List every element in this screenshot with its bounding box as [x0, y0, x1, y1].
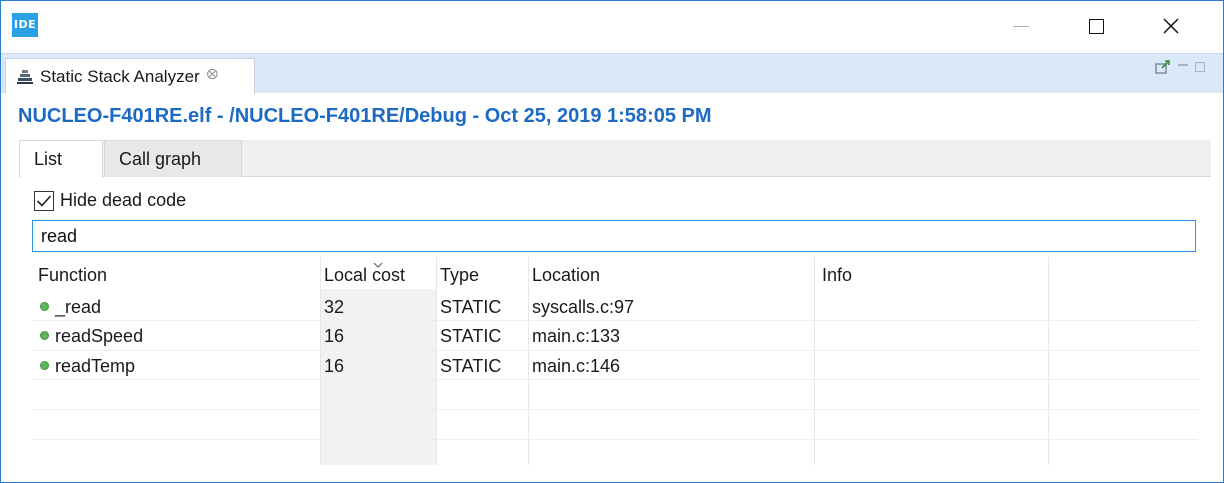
- function-status-icon: [40, 331, 49, 340]
- function-status-icon: [40, 361, 49, 370]
- table-row[interactable]: _read 32 STATIC syscalls.c:97: [32, 293, 1198, 323]
- app-window: IDE Static Stack Analyzer ⨂ NUCLEO-F401R…: [0, 0, 1224, 483]
- filter-input[interactable]: [32, 220, 1196, 252]
- column-header-local-cost[interactable]: Local cost: [324, 265, 405, 286]
- tab-list[interactable]: List: [19, 140, 103, 178]
- local-cost-cell: 16: [324, 356, 345, 376]
- function-name: readSpeed: [55, 326, 144, 346]
- view-minimize-icon[interactable]: [1178, 64, 1188, 66]
- type-cell: STATIC: [440, 297, 502, 317]
- minimize-icon: [1013, 25, 1029, 27]
- tab-static-stack-analyzer[interactable]: Static Stack Analyzer ⨂: [5, 58, 255, 94]
- tab-call-graph[interactable]: Call graph: [104, 140, 242, 177]
- title-bar: IDE: [1, 1, 1223, 51]
- function-cell: readTemp: [40, 356, 135, 377]
- stack-analyzer-icon: [17, 69, 33, 84]
- view-toolbar: [1155, 60, 1205, 74]
- location-cell: syscalls.c:97: [532, 297, 635, 317]
- type-cell: STATIC: [440, 356, 502, 376]
- function-name: _read: [55, 297, 102, 317]
- close-icon: [1163, 18, 1179, 34]
- minimize-button[interactable]: [986, 1, 1056, 51]
- maximize-icon: [1088, 18, 1104, 34]
- location-cell: main.c:133: [532, 326, 621, 346]
- function-cell: _read: [40, 297, 101, 318]
- hide-dead-code-checkbox[interactable]: [34, 190, 54, 211]
- row-divider: [32, 409, 1198, 410]
- function-name: readTemp: [55, 356, 136, 376]
- view-maximize-icon[interactable]: [1195, 62, 1205, 72]
- analysis-heading: NUCLEO-F401RE.elf - /NUCLEO-F401RE/Debug…: [18, 105, 712, 127]
- view-tab-strip: Static Stack Analyzer ⨂: [1, 53, 1223, 94]
- function-cell: readSpeed: [40, 326, 143, 347]
- column-header-info[interactable]: Info: [822, 265, 852, 286]
- type-cell: STATIC: [440, 326, 502, 346]
- sort-descending-icon: [373, 261, 383, 272]
- column-header-location[interactable]: Location: [532, 265, 600, 286]
- table-row[interactable]: readSpeed 16 STATIC main.c:133: [32, 322, 1198, 352]
- column-header-function[interactable]: Function: [38, 265, 107, 286]
- column-header-type[interactable]: Type: [440, 265, 479, 286]
- local-cost-cell: 32: [324, 297, 345, 317]
- local-cost-cell: 16: [324, 326, 345, 346]
- location-cell: main.c:146: [532, 356, 621, 376]
- close-button[interactable]: [1136, 1, 1206, 51]
- row-divider: [32, 439, 1198, 440]
- export-icon[interactable]: [1155, 60, 1171, 74]
- maximize-button[interactable]: [1061, 1, 1131, 51]
- function-status-icon: [40, 302, 49, 311]
- tab-close-icon[interactable]: ⨂: [207, 67, 218, 80]
- hide-dead-code-option[interactable]: Hide dead code: [34, 190, 186, 211]
- ide-app-icon: IDE: [12, 13, 38, 37]
- table-row[interactable]: readTemp 16 STATIC main.c:146: [32, 352, 1198, 382]
- view-tab-label: Static Stack Analyzer: [40, 66, 200, 86]
- function-table: Function Local cost Type Location Info _…: [32, 257, 1198, 465]
- hide-dead-code-label: Hide dead code: [60, 190, 187, 210]
- checkmark-icon: [36, 194, 52, 207]
- inner-tab-bar: List Call graph: [19, 140, 1211, 178]
